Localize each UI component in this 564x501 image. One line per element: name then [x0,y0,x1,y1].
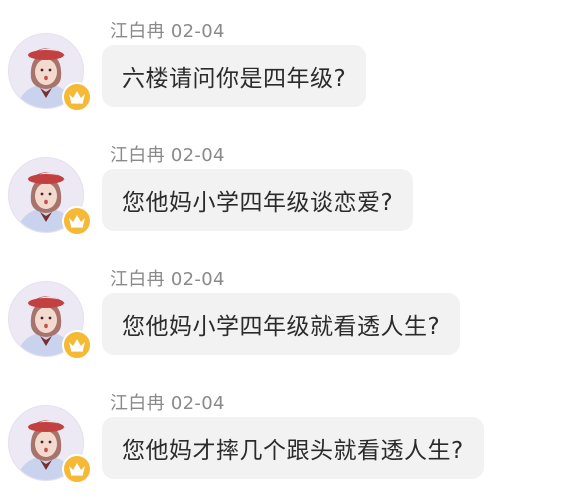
chat-message: 江白冉 02-04 六楼请问你是四年级? [0,0,564,124]
message-bubble[interactable]: 您他妈小学四年级就看透人生? [102,293,461,355]
chat-thread: 江白冉 02-04 六楼请问你是四年级? 江白冉 02-04 您他妈小学四年级谈… [0,0,564,501]
vip-badge [62,206,92,236]
message-date: 02-04 [170,145,225,166]
message-meta: 江白冉 02-04 [110,17,225,43]
message-date: 02-04 [170,393,225,414]
crown-icon [69,91,85,104]
crown-icon [69,215,85,228]
avatar-container[interactable] [8,33,92,112]
crown-icon [69,339,85,352]
chat-message: 江白冉 02-04 您他妈小学四年级谈恋爱? [0,124,564,248]
avatar-container[interactable] [8,281,92,360]
vip-badge [62,330,92,360]
message-meta: 江白冉 02-04 [110,265,225,291]
crown-icon [69,463,85,476]
message-bubble[interactable]: 六楼请问你是四年级? [102,45,367,107]
message-meta: 江白冉 02-04 [110,141,225,167]
message-meta: 江白冉 02-04 [110,389,225,415]
vip-badge [62,82,92,112]
sender-name[interactable]: 江白冉 [110,145,165,166]
message-date: 02-04 [170,21,225,42]
avatar-container[interactable] [8,157,92,236]
avatar-container[interactable] [8,405,92,484]
vip-badge [62,454,92,484]
chat-message: 江白冉 02-04 您他妈小学四年级就看透人生? [0,248,564,372]
message-date: 02-04 [170,269,225,290]
chat-message: 江白冉 02-04 您他妈才摔几个跟头就看透人生? [0,372,564,496]
sender-name[interactable]: 江白冉 [110,393,165,414]
sender-name[interactable]: 江白冉 [110,269,165,290]
message-bubble[interactable]: 您他妈才摔几个跟头就看透人生? [102,417,484,479]
sender-name[interactable]: 江白冉 [110,21,165,42]
message-bubble[interactable]: 您他妈小学四年级谈恋爱? [102,169,414,231]
